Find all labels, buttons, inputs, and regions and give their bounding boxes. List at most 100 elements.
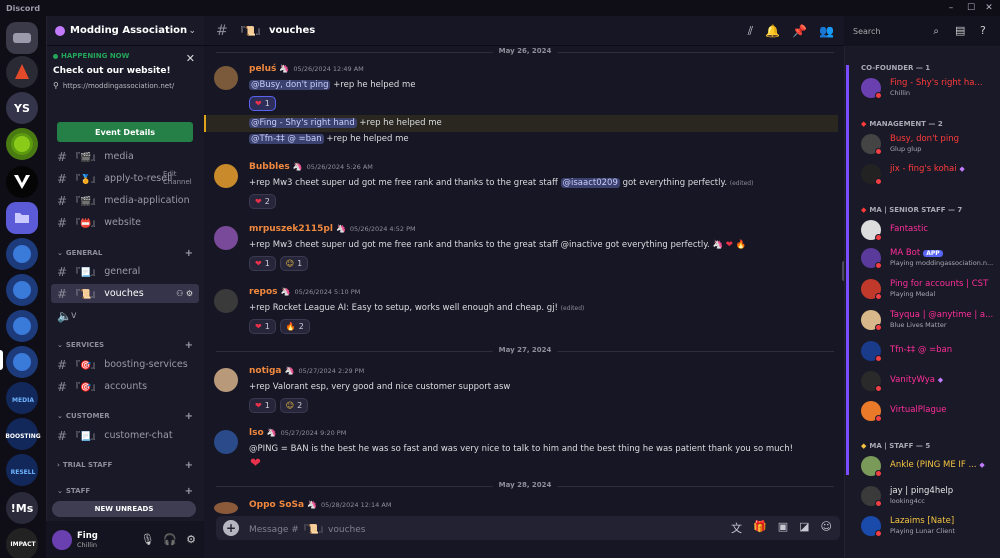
add-channel-icon[interactable]: + — [185, 460, 193, 471]
reaction-heart[interactable]: ❤ 2 — [249, 194, 276, 209]
message-input[interactable]: Message #『📜』vouches — [249, 522, 365, 535]
message-author[interactable]: notiga 🦄 05/27/2024 2:29 PM — [249, 366, 364, 376]
message-author[interactable]: peluś 🦄 05/26/2024 12:49 AM — [249, 64, 364, 74]
member[interactable]: Ankle (PING ME IF ... ◆ — [861, 454, 1000, 478]
member[interactable]: Busy, don't ping Glup glup — [861, 132, 1000, 156]
reaction-heart[interactable]: ❤ 1 — [249, 96, 276, 111]
channel-media[interactable]: # 『🎬』 media — [51, 147, 199, 166]
author-avatar[interactable] — [214, 164, 238, 188]
pin-icon[interactable]: 📌 — [792, 24, 807, 39]
mention[interactable]: @Busy, don't ping — [249, 80, 331, 90]
user-info[interactable]: Fing Chillin — [72, 531, 98, 549]
server-blue-icon-3[interactable] — [6, 310, 38, 342]
member[interactable]: jay | ping4help looking4cc — [861, 484, 1000, 508]
category-customer[interactable]: ⌄ CUSTOMER + — [57, 411, 197, 422]
member[interactable]: Fantastic — [861, 218, 1000, 242]
translate-icon[interactable]: 文 — [731, 520, 742, 536]
help-icon[interactable]: ? — [980, 24, 986, 37]
gift-icon[interactable]: 🎁 — [753, 520, 767, 536]
sticker-icon[interactable]: ◪ — [799, 520, 809, 536]
add-channel-icon[interactable]: + — [185, 340, 193, 351]
channel-customer-chat[interactable]: # 『📃』 customer-chat — [51, 426, 199, 445]
server-current-icon[interactable] — [6, 346, 38, 378]
invite-settings-icons[interactable]: ⚇ ⚙ — [176, 289, 193, 298]
message-author[interactable]: Bubbles 🦄 05/26/2024 5:26 AM — [249, 162, 373, 172]
add-channel-icon[interactable]: + — [185, 248, 193, 259]
member[interactable]: Tayqua | @anytime | a... Blue Lives Matt… — [861, 308, 1000, 332]
author-avatar[interactable] — [214, 368, 238, 392]
add-channel-icon[interactable]: + — [185, 486, 193, 497]
category-services[interactable]: ⌄ SERVICES + — [57, 340, 197, 351]
reaction-heart[interactable]: ❤ 1 — [249, 256, 276, 271]
author-avatar[interactable] — [214, 289, 238, 313]
reaction-heart[interactable]: ❤ 1 — [249, 319, 276, 334]
event-link[interactable]: https://moddingassociation.net/ — [63, 82, 174, 90]
server-phoenix-icon[interactable] — [6, 56, 38, 88]
member[interactable]: Lazaims [Nate] Playing Lunar Client — [861, 514, 1000, 538]
member[interactable]: MA Bot APP Playing moddingassociation.n..… — [861, 246, 1000, 270]
discord-home-icon[interactable] — [6, 22, 38, 54]
user-avatar[interactable] — [52, 529, 72, 550]
server-green-icon[interactable] — [6, 128, 38, 160]
search-box[interactable]: Search ⌕ — [845, 20, 945, 42]
channel-accounts[interactable]: # 『🎯』 accounts — [51, 377, 199, 396]
member-list-icon[interactable]: 👥 — [819, 24, 834, 39]
channel-media-application[interactable]: # 『🎬』 media-application — [51, 191, 199, 210]
mention[interactable]: @isaact0209 — [560, 178, 620, 188]
member[interactable]: VanityWya ◆ — [861, 369, 1000, 393]
message-composer[interactable]: + Message #『📜』vouches 文 🎁 ▣ ◪ ☺ — [216, 516, 840, 540]
close-icon[interactable]: ✕ — [186, 52, 195, 65]
category-trial-staff[interactable]: › TRIAL STAFF + — [57, 460, 197, 471]
channel-general[interactable]: # 『📃』 general — [51, 262, 199, 281]
voice-channel-v[interactable]: 🔈 v — [51, 306, 199, 325]
member[interactable]: VirtualPlague — [861, 399, 1000, 423]
emoji-picker-icon[interactable]: ☺ — [821, 520, 832, 536]
add-attachment-icon[interactable]: + — [223, 520, 239, 536]
minimize-button[interactable]: – — [940, 0, 962, 16]
channel-website[interactable]: # 『📛』 website — [51, 213, 199, 232]
author-avatar[interactable] — [214, 66, 238, 90]
heart-icon: ❤ — [255, 259, 262, 268]
channel-boosting-services[interactable]: # 『🎯』 boosting-services — [51, 355, 199, 374]
inbox-icon[interactable]: ▤ — [955, 24, 965, 37]
message-author[interactable]: lso 🦄 05/27/2024 9:20 PM — [249, 428, 346, 438]
reaction-fire[interactable]: 🔥 2 — [279, 319, 310, 334]
server-ys[interactable]: YS — [6, 92, 38, 124]
author-avatar[interactable] — [214, 430, 238, 454]
member[interactable]: Fing - Shy's right ha... Chillin — [861, 76, 1000, 100]
reaction-heart[interactable]: ❤ 1 — [249, 398, 276, 413]
message-author[interactable]: repos 🦄 05/26/2024 5:10 PM — [249, 287, 360, 297]
microphone-icon[interactable]: 🎙 — [140, 533, 154, 546]
server-blue-icon[interactable] — [6, 238, 38, 270]
category-staff[interactable]: ⌄ STAFF + — [57, 486, 197, 497]
channel-apply-to-resell[interactable]: # 『🏅』 apply-to-resell — [51, 169, 199, 188]
author-avatar[interactable] — [214, 226, 238, 250]
reaction-smile[interactable]: ☺ 2 — [279, 398, 309, 413]
reaction-smile[interactable]: ☺ 1 — [279, 256, 309, 271]
folder-icon[interactable] — [6, 202, 38, 234]
threads-icon[interactable]: ⫽ — [748, 24, 753, 39]
message-author[interactable]: mrpuszek2115pl 🦄 05/26/2024 4:52 PM — [249, 224, 416, 234]
mention[interactable]: @Fing - Shy's right hand — [249, 118, 357, 128]
category-general[interactable]: ⌄ GENERAL + — [57, 248, 197, 259]
mention[interactable]: @Tfn-‡‡ @ =ban — [249, 134, 324, 144]
server-ms[interactable]: !Ms — [6, 492, 38, 524]
close-button[interactable]: ✕ — [978, 0, 1000, 16]
server-header[interactable]: Modding Association ⌄ — [47, 16, 204, 46]
member[interactable]: Tfn-‡‡ @ =ban — [861, 339, 1000, 363]
notification-bell-icon[interactable]: 🔔 — [765, 24, 780, 39]
add-channel-icon[interactable]: + — [185, 411, 193, 422]
settings-gear-icon[interactable]: ⚙ — [186, 533, 196, 546]
channel-vouches[interactable]: # 『📜』 vouches ⚇ ⚙ — [51, 284, 199, 303]
gif-icon[interactable]: ▣ — [778, 520, 788, 536]
event-details-button[interactable]: Event Details — [57, 122, 193, 142]
author-avatar[interactable] — [214, 502, 238, 514]
chevron-down-icon[interactable]: ⌄ — [188, 26, 196, 36]
server-v-icon[interactable] — [6, 166, 38, 198]
message-author[interactable]: Oppo SoSa 🦄 05/28/2024 12:14 AM — [249, 500, 391, 510]
server-blue-icon-2[interactable] — [6, 274, 38, 306]
headphones-icon[interactable]: 🎧 — [163, 533, 177, 546]
member[interactable]: Ping for accounts | CST Playing Medal — [861, 277, 1000, 301]
member[interactable]: jix - fing's kohai ◆ — [861, 162, 1000, 186]
new-unreads-button[interactable]: NEW UNREADS — [52, 501, 196, 517]
